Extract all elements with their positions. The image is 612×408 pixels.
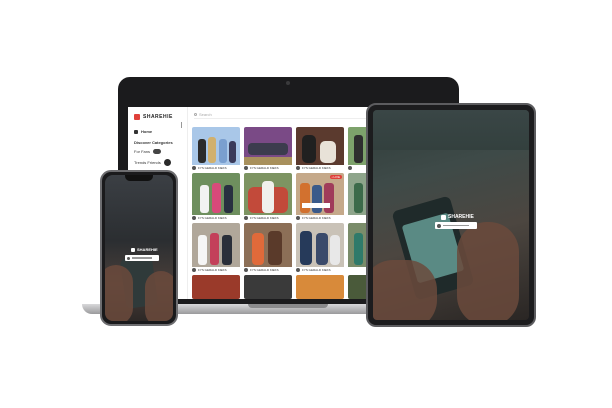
tile-caption: FYS GERALD KIEKS (250, 268, 279, 272)
avatar (437, 223, 441, 228)
photo-tile[interactable] (296, 275, 344, 299)
avatar (348, 166, 352, 170)
photo-tile[interactable]: FYS GERALD KIEKS (192, 127, 240, 171)
photo-image (244, 173, 292, 215)
hand-image (373, 260, 437, 320)
photo-tile[interactable] (192, 275, 240, 299)
laptop-camera (286, 81, 290, 85)
hand-image (105, 265, 133, 321)
photo-tile[interactable]: FYS GERALD KIEKS (244, 223, 292, 273)
photo-image (348, 275, 368, 299)
photo-image (192, 173, 240, 215)
live-badge: • LIVE (329, 175, 342, 179)
tile-caption: FYS GERALD KIEKS (302, 216, 331, 220)
sidebar-item-discover[interactable]: Discover Categories (134, 140, 173, 145)
photo-image (192, 275, 240, 299)
avatar (244, 216, 248, 220)
brand-logo-icon (131, 247, 135, 252)
sidebar-item-label: Home (141, 129, 153, 134)
photo-tile[interactable]: FYS GERALD KIEKS (192, 173, 240, 221)
photo-image (296, 275, 344, 299)
photo-image (348, 127, 368, 165)
search-placeholder: Search (199, 112, 212, 117)
tablet-brand: SHAREHIE (441, 214, 474, 220)
sidebar-item-label: Discover Categories (134, 140, 173, 145)
avatar (127, 256, 130, 260)
avatar (296, 216, 300, 220)
sidebar-item-for-fans[interactable]: For Fans (134, 149, 162, 154)
sidebar-scroll-indicator[interactable] (181, 122, 182, 128)
photo-tile[interactable]: FYS GERALD KIEKS (296, 223, 344, 273)
hand-image (145, 271, 173, 321)
search-icon (194, 113, 197, 116)
photo-image (244, 223, 292, 267)
toggle-icon (153, 149, 162, 154)
sidebar-item-label: Trends Friends (134, 160, 161, 165)
tablet-card[interactable] (435, 222, 477, 229)
sidebar-item-home[interactable]: Home (134, 129, 152, 134)
avatar (296, 166, 300, 170)
brand[interactable]: SHAREHIE (134, 114, 173, 120)
photo-tile[interactable]: FYS GERALD KIEKS (296, 127, 344, 171)
card-text-line (443, 224, 469, 227)
home-icon (134, 129, 138, 134)
phone-device: SHAREHIE (100, 170, 178, 326)
tile-caption: FYS GERALD KIEKS (198, 166, 227, 170)
photo-tile[interactable] (244, 275, 292, 299)
phone-screen: SHAREHIE (105, 175, 173, 321)
phone-card-title: SHAREHIE (137, 247, 158, 252)
avatar (244, 166, 248, 170)
photo-image (296, 173, 344, 215)
photo-image (296, 223, 344, 267)
phone-brand: SHAREHIE (131, 247, 158, 252)
brand-logo-icon (134, 114, 140, 120)
tile-caption: FYS GERALD KIEKS (250, 166, 279, 170)
photo-image (192, 223, 240, 267)
phone-notch (125, 175, 153, 181)
photo-image (348, 173, 368, 215)
photo-tile[interactable] (348, 275, 368, 299)
sidebar-item-trends[interactable]: Trends Friends (134, 159, 171, 166)
photo-tile[interactable]: FYS GERALD KIEKS (192, 223, 240, 273)
photo-tile[interactable]: FYS GERALD KIEKS (244, 173, 292, 221)
tablet-card-title: SHAREHIE (448, 214, 474, 220)
tile-caption: FYS GERALD KIEKS (198, 216, 227, 220)
photo-tile[interactable] (348, 223, 368, 273)
avatar (192, 268, 196, 272)
avatar (192, 166, 196, 170)
tile-caption: FYS GERALD KIEKS (302, 166, 331, 170)
brand-name: SHAREHIE (143, 114, 173, 120)
laptop-notch (248, 304, 328, 308)
photo-image (244, 275, 292, 299)
card-text-line (132, 257, 152, 259)
photo-tile[interactable]: • LIVE FYS GERALD KIEKS (296, 173, 344, 221)
tile-caption: FYS GERALD KIEKS (302, 268, 331, 272)
avatar (296, 268, 300, 272)
background-image (373, 110, 529, 150)
tile-caption: FYS GERALD KIEKS (198, 268, 227, 272)
brand-logo-icon (441, 214, 446, 220)
photo-tile[interactable] (348, 173, 368, 221)
photo-image (244, 127, 292, 165)
photo-tile[interactable] (348, 127, 368, 171)
photo-image (296, 127, 344, 165)
tile-caption: FYS GERALD KIEKS (250, 216, 279, 220)
tablet-device: SHAREHIE (366, 103, 536, 327)
avatar (192, 216, 196, 220)
tablet-screen: SHAREHIE (373, 110, 529, 320)
photo-image (192, 127, 240, 165)
phone-card[interactable] (125, 255, 159, 261)
photo-tile[interactable]: FYS GERALD KIEKS (244, 127, 292, 171)
hand-image (457, 222, 519, 320)
avatar (244, 268, 248, 272)
sidebar-item-label: For Fans (134, 149, 151, 154)
avatar (163, 159, 171, 166)
photo-image (348, 223, 368, 267)
